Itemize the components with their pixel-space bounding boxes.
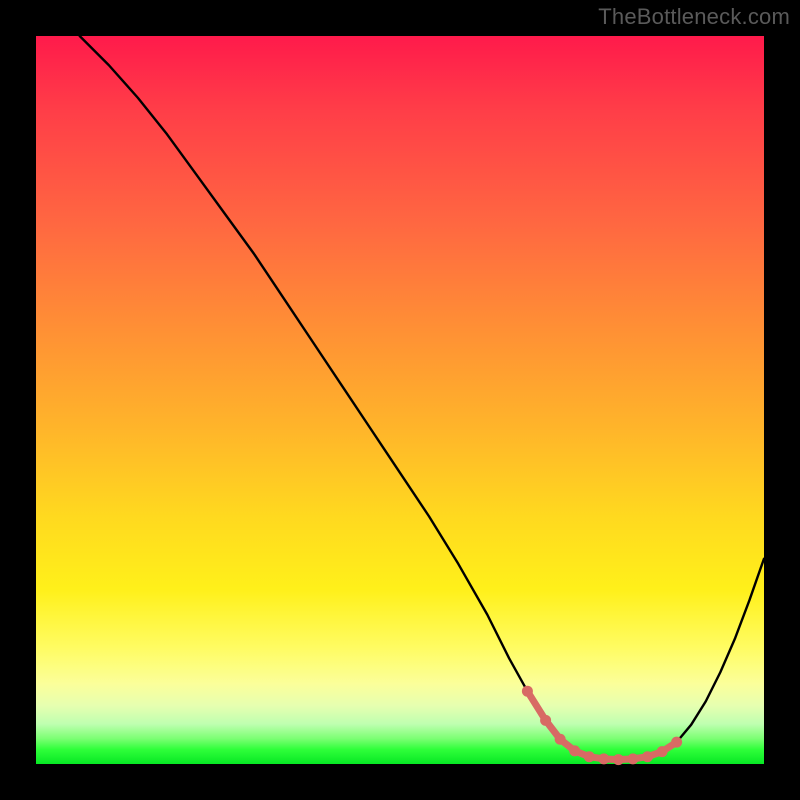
curve-line [80,36,764,760]
chart-frame: TheBottleneck.com [0,0,800,800]
highlight-dots [522,686,682,765]
chart-svg [36,36,764,764]
plot-area [36,36,764,764]
watermark-text: TheBottleneck.com [598,4,790,30]
